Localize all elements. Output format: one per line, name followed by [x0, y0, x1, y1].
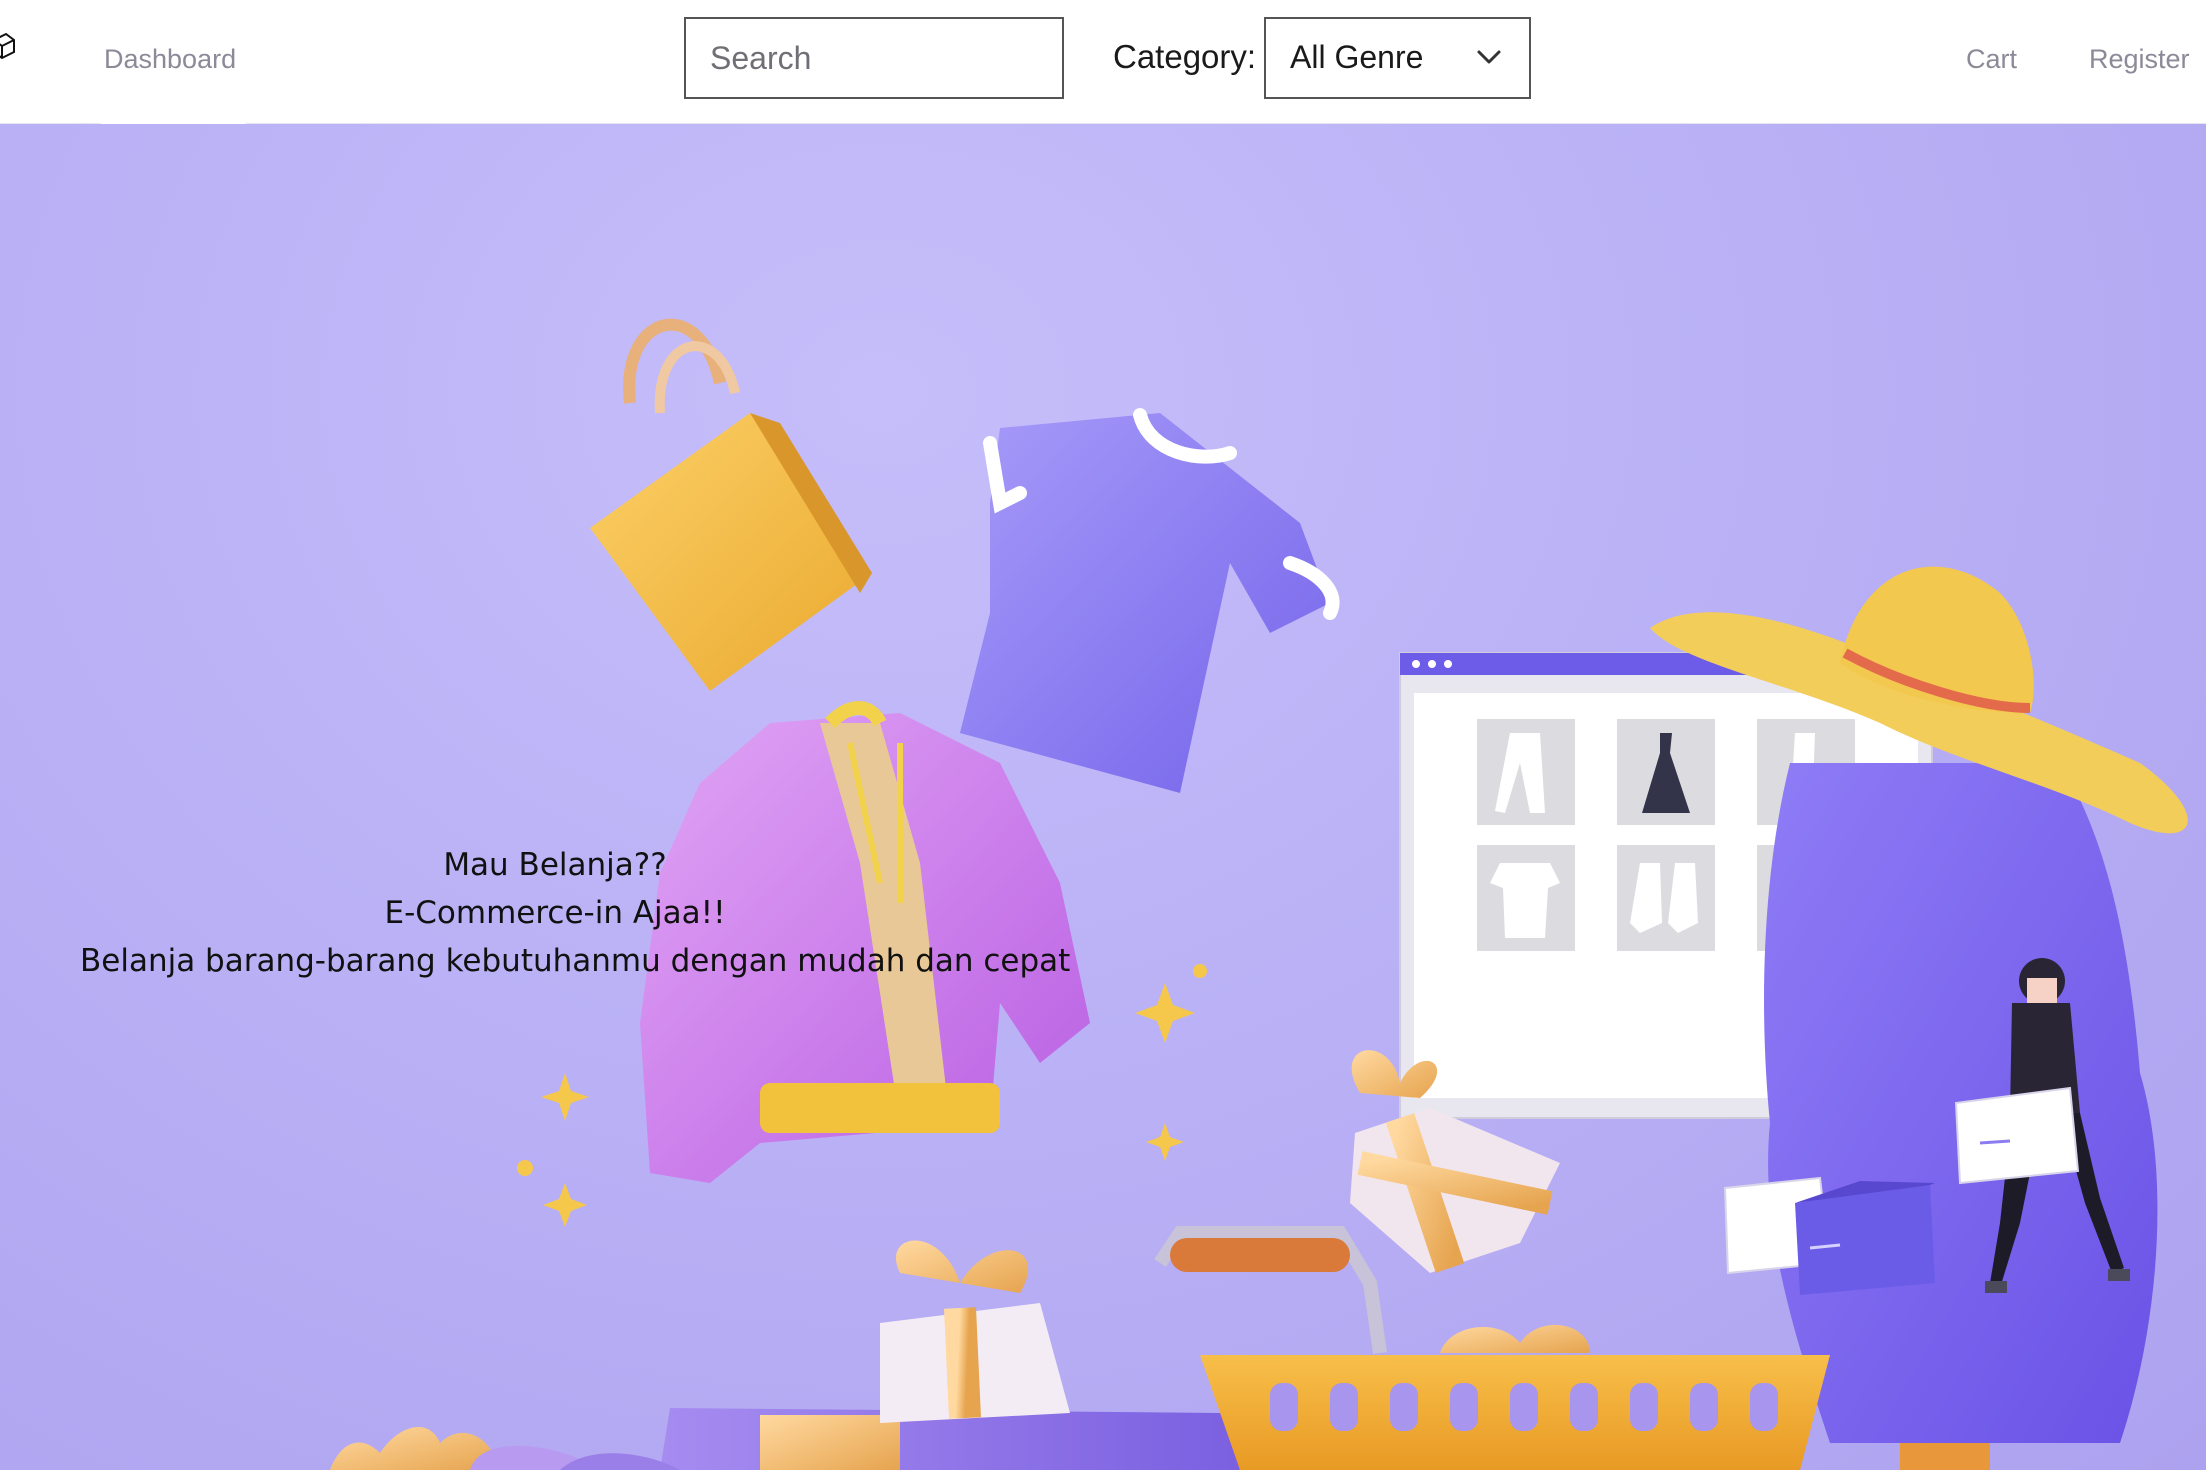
tagline-line-2: E-Commerce-in Ajaa!! [384, 895, 726, 931]
shopping-bag-graphic [590, 318, 872, 691]
logo-icon[interactable] [0, 28, 16, 68]
nav-cart-link[interactable]: Cart [1966, 44, 2017, 75]
category-select[interactable]: All Genre [1264, 17, 1531, 99]
nav-register-link[interactable]: Register [2089, 44, 2190, 75]
category-selected-value: All Genre [1290, 39, 1424, 75]
ribbon-graphic [330, 1426, 680, 1470]
hero-banner: Mau Belanja?? E-Commerce-in Ajaa!! Belan… [0, 123, 2206, 1470]
hero-illustration [330, 318, 2188, 1470]
nav-active-indicator [100, 118, 246, 124]
chevron-down-icon [1477, 50, 1501, 64]
tagline-line-1: Mau Belanja?? [443, 847, 667, 883]
tshirt-graphic [960, 408, 1340, 793]
hero-tagline: Mau Belanja?? E-Commerce-in Ajaa!! Belan… [80, 841, 1071, 985]
category-label: Category: [1113, 38, 1257, 75]
tagline-line-3: Belanja barang-barang kebutuhanmu dengan… [80, 943, 1071, 979]
gift-box-graphic [660, 1240, 1250, 1470]
navbar: Dashboard Category: All Genre Cart Regis… [0, 0, 2206, 124]
parcel-boxes-graphic [1723, 1176, 1935, 1295]
nav-dashboard-link[interactable]: Dashboard [104, 44, 236, 75]
search-input[interactable] [684, 17, 1064, 99]
